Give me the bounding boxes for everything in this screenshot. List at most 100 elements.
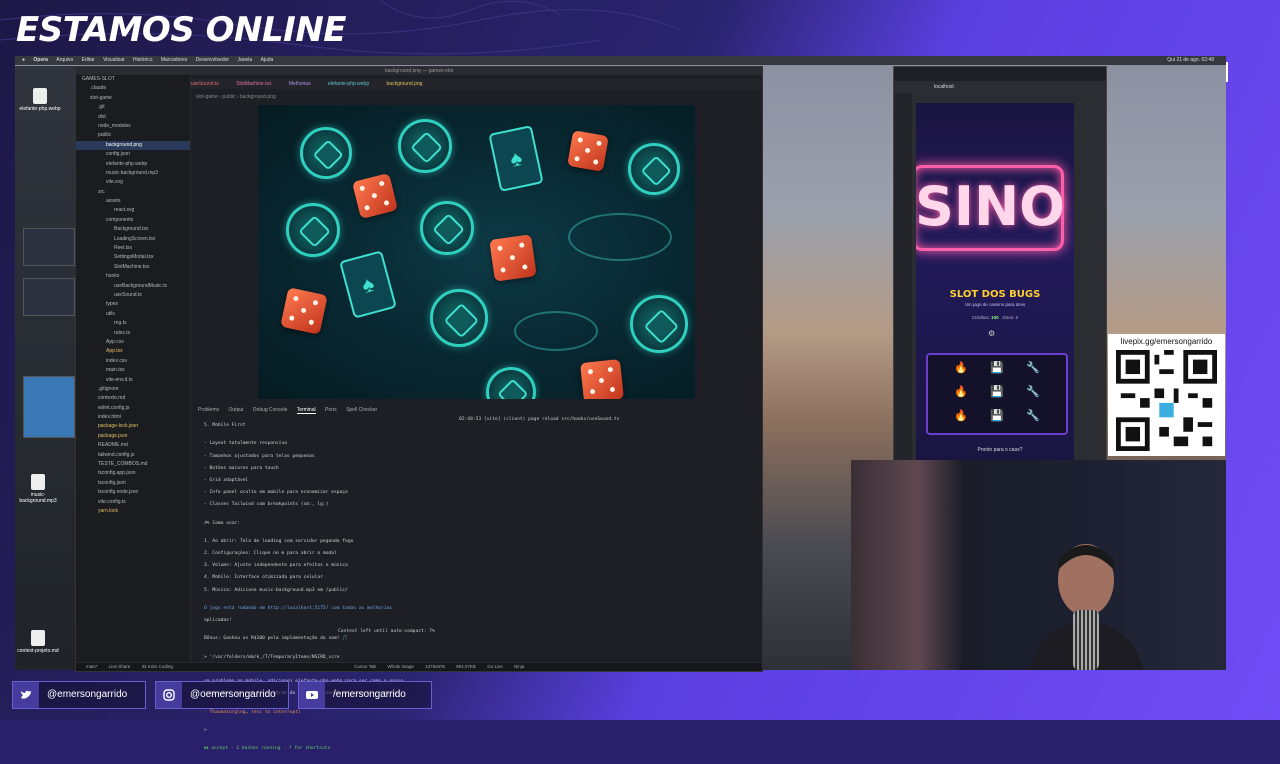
- status-go-live[interactable]: Go Live: [487, 664, 503, 669]
- tree-item[interactable]: TESTE_COMBOS.md: [76, 460, 190, 469]
- tree-item[interactable]: index.css: [76, 357, 190, 366]
- tree-item[interactable]: README.md: [76, 441, 190, 450]
- status-live-share[interactable]: Live Share: [109, 664, 131, 669]
- tree-item[interactable]: vite.svg: [76, 178, 190, 187]
- menu-janela[interactable]: Janela: [237, 57, 252, 63]
- menu-ajuda[interactable]: Ajuda: [261, 57, 274, 63]
- desktop-icon-music[interactable]: music-background.mp3: [15, 474, 61, 504]
- tree-item[interactable]: tsconfig.node.json: [76, 488, 190, 497]
- tree-item[interactable]: package-lock.json: [76, 422, 190, 431]
- social-youtube[interactable]: /emersongarrido: [298, 681, 432, 709]
- tab-debug-console[interactable]: Debug Console: [253, 407, 287, 413]
- playing-card: ♠: [339, 250, 397, 319]
- spins-value: 0: [1015, 315, 1019, 320]
- status-cursor-tab[interactable]: Cursor Tab: [354, 664, 376, 669]
- status-branch[interactable]: main*: [86, 664, 98, 669]
- tree-item[interactable]: react.svg: [76, 206, 190, 215]
- tab-problems[interactable]: Problems: [198, 407, 219, 413]
- youtube-icon: [299, 682, 325, 708]
- social-instagram[interactable]: @oemersongarrido: [155, 681, 289, 709]
- tree-item[interactable]: tailwind.config.js: [76, 451, 190, 460]
- menu-editar[interactable]: Editar: [82, 57, 95, 63]
- tree-item[interactable]: .git: [76, 103, 190, 112]
- tree-item[interactable]: hooks: [76, 272, 190, 281]
- tree-item[interactable]: types: [76, 300, 190, 309]
- desktop-icon-label: context-projeto.md: [17, 648, 59, 654]
- terminal-line: 5. Música: Adicione music-background.mp3…: [204, 587, 348, 593]
- status-ninja[interactable]: Ninja: [514, 664, 524, 669]
- tab-melhorias[interactable]: Melhorias: [289, 81, 311, 87]
- terminal-prompt[interactable]: >: [204, 728, 454, 734]
- tree-item[interactable]: elefante-php.webp: [76, 160, 190, 169]
- tree-item[interactable]: dist: [76, 113, 190, 122]
- tree-item[interactable]: assets: [76, 197, 190, 206]
- tree-item[interactable]: SettingsModal.tsx: [76, 253, 190, 262]
- die: [489, 234, 537, 282]
- tree-item[interactable]: rules.ts: [76, 329, 190, 338]
- tree-item[interactable]: Reel.tsx: [76, 244, 190, 253]
- menu-opera[interactable]: Opera: [33, 57, 47, 63]
- tree-item[interactable]: package.json: [76, 432, 190, 441]
- card-table: [568, 213, 672, 261]
- menu-marcadores[interactable]: Marcadores: [161, 57, 187, 63]
- tree-item[interactable]: main.tsx: [76, 366, 190, 375]
- tree-item[interactable]: rng.ts: [76, 319, 190, 328]
- tree-item[interactable]: LoadingScreen.tsx: [76, 235, 190, 244]
- tree-item[interactable]: useSound.ts: [76, 291, 190, 300]
- tree-item-active[interactable]: background.png: [76, 140, 190, 151]
- tab-ports[interactable]: Ports: [325, 407, 337, 413]
- tab-output[interactable]: Output: [229, 407, 244, 413]
- tree-item[interactable]: vite-env.d.ts: [76, 376, 190, 385]
- tree-item[interactable]: index.html: [76, 413, 190, 422]
- browser-tabs[interactable]: [894, 67, 1106, 81]
- tree-item[interactable]: .gitignore: [76, 385, 190, 394]
- apple-icon[interactable]: ●: [22, 57, 25, 63]
- tree-item[interactable]: yarn.lock: [76, 507, 190, 516]
- breadcrumb: slot-game › public › background.png: [196, 94, 276, 100]
- tree-item[interactable]: tsconfig.json: [76, 479, 190, 488]
- tab-slotmachine[interactable]: SlotMachine.tsx: [236, 81, 271, 87]
- tree-item[interactable]: components: [76, 216, 190, 225]
- tree-item[interactable]: SlotMachine.tsx: [76, 263, 190, 272]
- tree-item[interactable]: contexto.md: [76, 394, 190, 403]
- desktop-thumbnail[interactable]: [23, 376, 75, 438]
- tree-item[interactable]: music-background.mp3: [76, 169, 190, 178]
- tab-background[interactable]: background.png: [387, 81, 423, 87]
- tree-item[interactable]: slot-game: [76, 94, 190, 103]
- tree-item[interactable]: .claude: [76, 84, 190, 93]
- terminal-line: > '/var/folders/mm/k_/T/TemporaryItems/N…: [204, 654, 340, 660]
- settings-icon[interactable]: ⚙: [988, 329, 995, 338]
- desktop-icon-context[interactable]: context-projeto.md: [15, 630, 61, 654]
- address-bar[interactable]: localhost: [894, 81, 1106, 93]
- menu-arquivo[interactable]: Arquivo: [56, 57, 73, 63]
- status-coding-time[interactable]: 32 mins Coding: [142, 664, 173, 669]
- tree-item[interactable]: node_modules: [76, 122, 190, 131]
- tree-item[interactable]: public: [76, 131, 190, 140]
- desktop-icon-elefante[interactable]: elefante-php.webp: [17, 88, 63, 112]
- tree-item[interactable]: tsconfig.app.json: [76, 469, 190, 478]
- desktop-thumbnail[interactable]: [23, 278, 75, 316]
- tree-item[interactable]: useBackgroundMusic.ts: [76, 282, 190, 291]
- tab-terminal[interactable]: Terminal: [296, 407, 316, 414]
- tree-item[interactable]: Background.tsx: [76, 225, 190, 234]
- tree-item[interactable]: GAMES-SLOT: [76, 75, 190, 84]
- tab-elefante[interactable]: elefante-php.webp: [328, 81, 369, 87]
- desktop-thumbnail[interactable]: [23, 228, 75, 266]
- playing-card: ♠: [488, 125, 544, 192]
- menu-desenvolvedor[interactable]: Desenvolvedor: [196, 57, 229, 63]
- menubar-clock[interactable]: Qui 21 de ago. 02:48: [1167, 56, 1214, 65]
- tab-usesound[interactable]: useSound.ts: [191, 81, 219, 87]
- tree-item[interactable]: src: [76, 188, 190, 197]
- tab-spell-checker[interactable]: Spell Checker: [346, 407, 377, 413]
- tree-item[interactable]: App.tsx: [76, 347, 190, 356]
- status-whole-image[interactable]: Whole Image: [387, 664, 414, 669]
- tree-item[interactable]: App.css: [76, 338, 190, 347]
- terminal-output[interactable]: 5. Mobile First - Layout totalmente resp…: [204, 417, 454, 764]
- menu-historico[interactable]: Histórico: [133, 57, 152, 63]
- tree-item[interactable]: vite.config.ts: [76, 498, 190, 507]
- menu-visualizar[interactable]: Visualizar: [103, 57, 125, 63]
- tree-item[interactable]: utils: [76, 310, 190, 319]
- social-twitter[interactable]: @emersongarrido: [12, 681, 146, 709]
- tree-item[interactable]: config.json: [76, 150, 190, 159]
- tree-item[interactable]: eslint.config.js: [76, 404, 190, 413]
